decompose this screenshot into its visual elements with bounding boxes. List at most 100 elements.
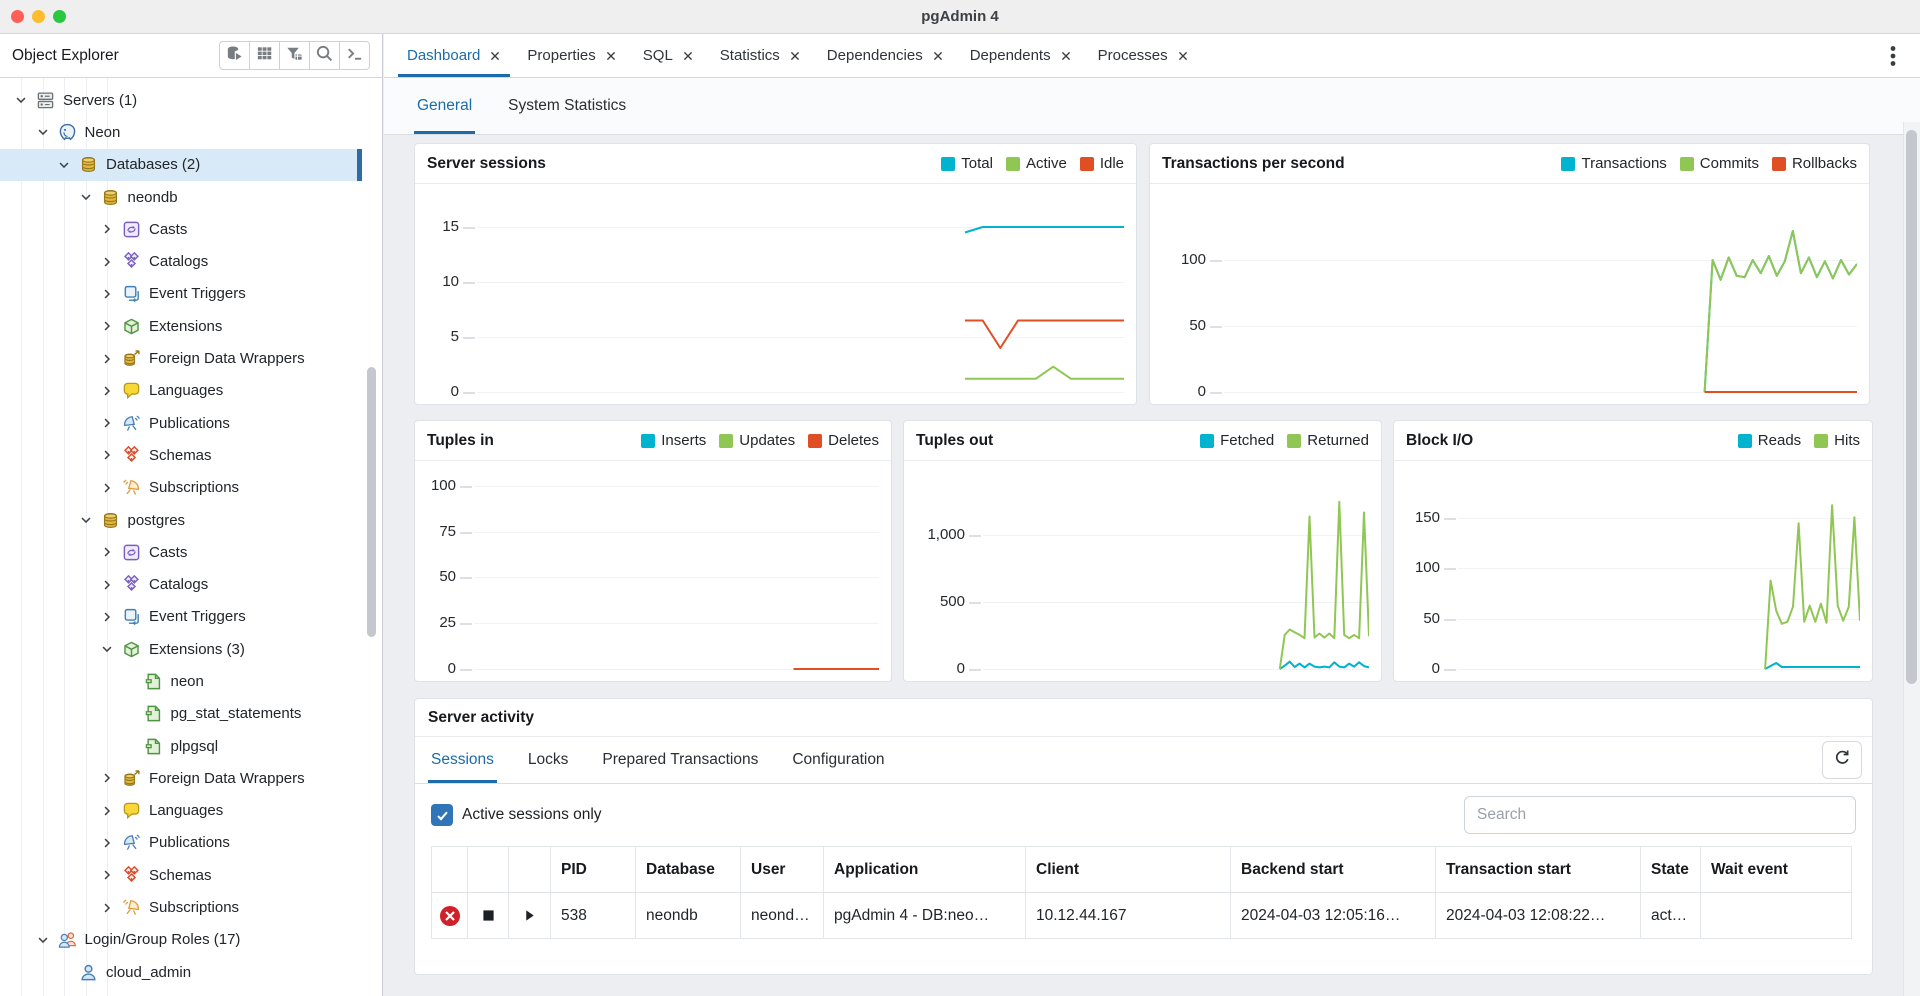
tree-item-subscriptions[interactable]: Subscriptions <box>0 472 362 504</box>
chevron-down-icon[interactable] <box>36 125 50 139</box>
chevron-right-icon[interactable] <box>100 578 114 592</box>
search-input[interactable] <box>1464 796 1856 834</box>
tab-statistics[interactable]: Statistics <box>711 34 810 77</box>
column-header-backend-start[interactable]: Backend start <box>1231 847 1436 893</box>
filter-button[interactable] <box>279 41 310 70</box>
chevron-right-icon[interactable] <box>100 868 114 882</box>
tab-dependencies[interactable]: Dependencies <box>818 34 953 77</box>
minimize-window-button[interactable] <box>32 10 45 23</box>
main-scrollbar-thumb[interactable] <box>1906 130 1917 684</box>
chevron-right-icon[interactable] <box>100 804 114 818</box>
tree-item-foreign-data-wrappers[interactable]: Foreign Data Wrappers <box>0 762 362 794</box>
main-scrollbar-track[interactable] <box>1903 122 1920 996</box>
activity-tab-prepared-transactions[interactable]: Prepared Transactions <box>599 737 761 783</box>
tree-item-postgres[interactable]: postgres <box>0 504 362 536</box>
tree-item-languages[interactable]: Languages <box>0 795 362 827</box>
tree-item-event-triggers[interactable]: Event Triggers <box>0 278 362 310</box>
chevron-right-icon[interactable] <box>100 222 114 236</box>
tree-item-neon[interactable]: Neon <box>0 116 362 148</box>
chevron-right-icon[interactable] <box>100 287 114 301</box>
psql-button[interactable] <box>339 41 370 70</box>
tab-sql[interactable]: SQL <box>634 34 703 77</box>
tab-processes[interactable]: Processes <box>1089 34 1198 77</box>
tree-item-neon[interactable]: neon <box>0 665 362 697</box>
tree-item-schemas[interactable]: Schemas <box>0 859 362 891</box>
column-header-application[interactable]: Application <box>824 847 1026 893</box>
tree-item-publications[interactable]: Publications <box>0 407 362 439</box>
tree-item-casts[interactable]: Casts <box>0 536 362 568</box>
chevron-right-icon[interactable] <box>100 771 114 785</box>
column-header-wait-event[interactable]: Wait event <box>1701 847 1852 893</box>
activity-tab-configuration[interactable]: Configuration <box>789 737 887 783</box>
tree-item-extensions[interactable]: Extensions <box>0 310 362 342</box>
tree-item-neondb[interactable]: neondb <box>0 181 362 213</box>
tree-item-catalogs[interactable]: Catalogs <box>0 568 362 600</box>
tab-dependents[interactable]: Dependents <box>961 34 1081 77</box>
subtab-system-statistics[interactable]: System Statistics <box>505 78 629 134</box>
chevron-right-icon[interactable] <box>100 448 114 462</box>
tree-item-publications[interactable]: Publications <box>0 827 362 859</box>
close-icon[interactable] <box>682 50 694 62</box>
zoom-window-button[interactable] <box>53 10 66 23</box>
stop-session-button[interactable] <box>468 893 509 939</box>
column-header-pid[interactable]: PID <box>551 847 636 893</box>
refresh-button[interactable] <box>1822 741 1862 779</box>
tree-item-schemas[interactable]: Schemas <box>0 439 362 471</box>
chevron-right-icon[interactable] <box>100 545 114 559</box>
close-icon[interactable] <box>1177 50 1189 62</box>
close-icon[interactable] <box>932 50 944 62</box>
expand-session-button[interactable] <box>509 893 551 939</box>
tree-item-neon-superuser[interactable]: neon_superuser <box>0 988 362 996</box>
view-data-button[interactable] <box>249 41 280 70</box>
chevron-right-icon[interactable] <box>100 901 114 915</box>
chevron-down-icon[interactable] <box>79 190 93 204</box>
chevron-right-icon[interactable] <box>100 384 114 398</box>
column-header-client[interactable]: Client <box>1026 847 1231 893</box>
chevron-right-icon[interactable] <box>100 610 114 624</box>
activity-tab-sessions[interactable]: Sessions <box>428 737 497 783</box>
column-header-user[interactable]: User <box>741 847 824 893</box>
chevron-right-icon[interactable] <box>100 352 114 366</box>
tree-item-casts[interactable]: Casts <box>0 213 362 245</box>
activity-tab-locks[interactable]: Locks <box>525 737 572 783</box>
tree-item-foreign-data-wrappers[interactable]: Foreign Data Wrappers <box>0 342 362 374</box>
close-icon[interactable] <box>789 50 801 62</box>
cancel-session-button[interactable] <box>432 893 468 939</box>
subtab-general[interactable]: General <box>414 78 475 134</box>
chevron-right-icon[interactable] <box>100 319 114 333</box>
tree-item-cloud-admin[interactable]: cloud_admin <box>0 956 362 988</box>
chevron-down-icon[interactable] <box>100 642 114 656</box>
tab-properties[interactable]: Properties <box>518 34 625 77</box>
tree-item-pg-stat-statements[interactable]: pg_stat_statements <box>0 698 362 730</box>
chevron-right-icon[interactable] <box>100 481 114 495</box>
chevron-down-icon[interactable] <box>14 93 28 107</box>
tree-item-extensions-3[interactable]: Extensions (3) <box>0 633 362 665</box>
sidebar-scrollbar[interactable] <box>367 367 376 637</box>
tree-item-servers-1[interactable]: Servers (1) <box>0 84 362 116</box>
tree-item-databases-2[interactable]: Databases (2) <box>0 149 362 181</box>
column-header-database[interactable]: Database <box>636 847 741 893</box>
chevron-right-icon[interactable] <box>100 416 114 430</box>
tree-item-subscriptions[interactable]: Subscriptions <box>0 891 362 923</box>
search-button[interactable] <box>309 41 340 70</box>
chevron-down-icon[interactable] <box>36 933 50 947</box>
active-sessions-checkbox[interactable] <box>431 804 453 826</box>
tree-item-languages[interactable]: Languages <box>0 375 362 407</box>
more-options-icon[interactable] <box>1882 45 1904 67</box>
chevron-right-icon[interactable] <box>100 836 114 850</box>
column-header-state[interactable]: State <box>1641 847 1701 893</box>
close-icon[interactable] <box>489 50 501 62</box>
tree-item-event-triggers[interactable]: Event Triggers <box>0 601 362 633</box>
column-header-transaction-start[interactable]: Transaction start <box>1436 847 1641 893</box>
tab-dashboard[interactable]: Dashboard <box>398 34 510 77</box>
tree-item-plpgsql[interactable]: plpgsql <box>0 730 362 762</box>
close-window-button[interactable] <box>11 10 24 23</box>
tree-item-login-group-roles-17[interactable]: Login/Group Roles (17) <box>0 924 362 956</box>
close-icon[interactable] <box>605 50 617 62</box>
query-tool-button[interactable] <box>219 41 250 70</box>
chevron-down-icon[interactable] <box>57 158 71 172</box>
tree-item-catalogs[interactable]: Catalogs <box>0 245 362 277</box>
chevron-right-icon[interactable] <box>100 255 114 269</box>
close-icon[interactable] <box>1060 50 1072 62</box>
chevron-down-icon[interactable] <box>79 513 93 527</box>
